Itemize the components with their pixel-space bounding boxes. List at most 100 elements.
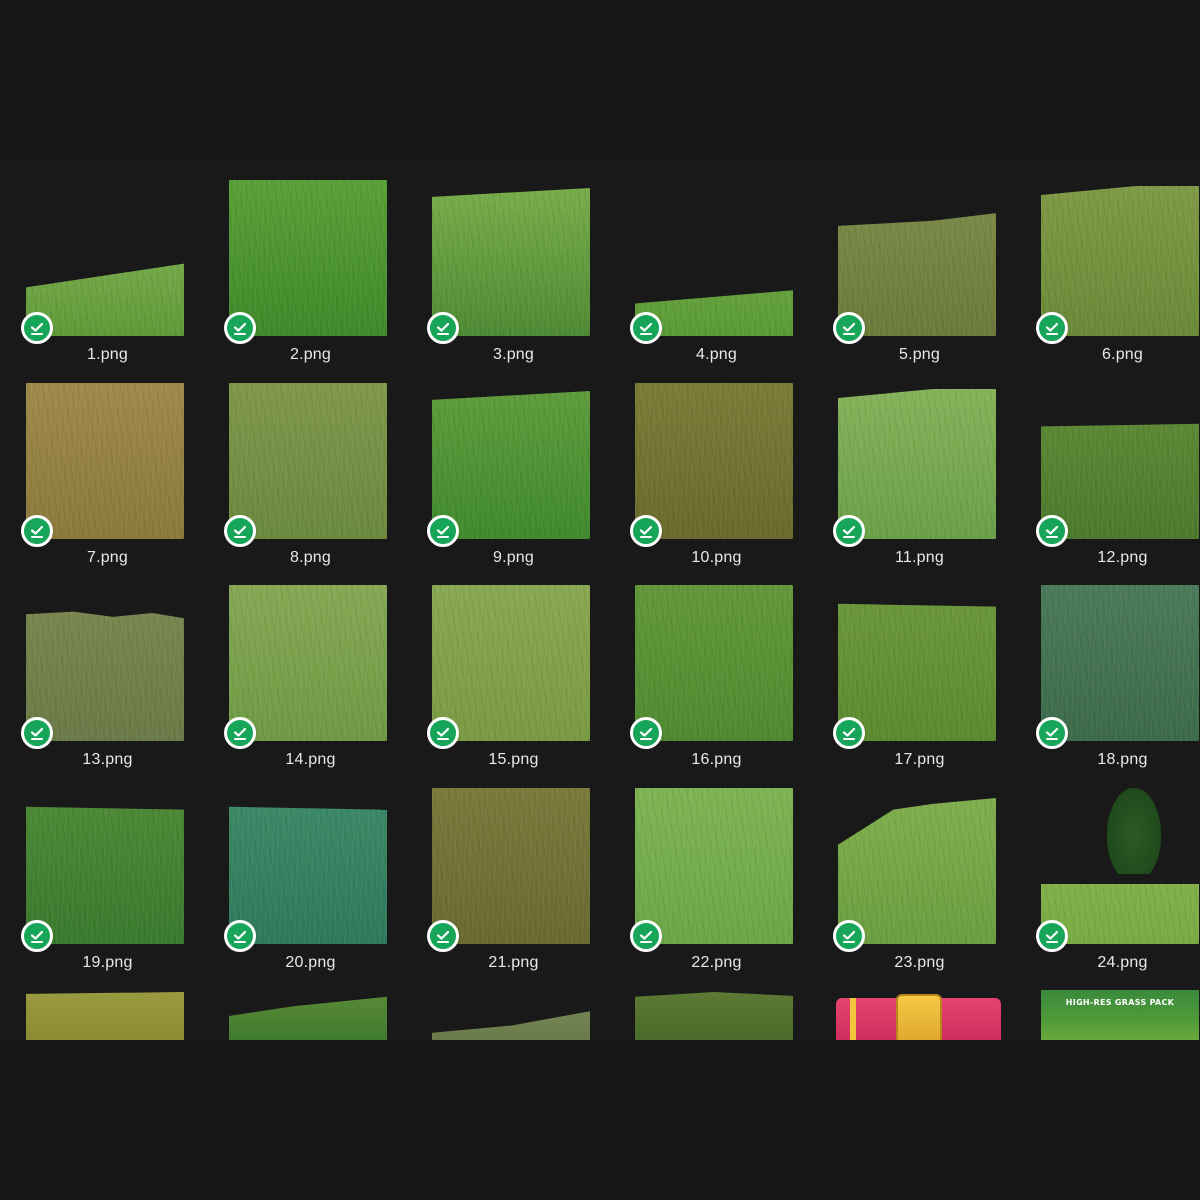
check-circle-icon xyxy=(427,920,459,952)
file-tile[interactable]: 2.png xyxy=(203,160,403,363)
thumbnail-frame xyxy=(635,373,793,539)
file-thumbnail xyxy=(432,391,590,539)
archive-icon[interactable] xyxy=(836,994,1001,1040)
file-name-label: 5.png xyxy=(898,346,941,363)
check-circle-icon xyxy=(224,312,256,344)
file-thumbnail xyxy=(26,806,184,944)
file-tile[interactable]: 3.png xyxy=(406,160,606,363)
file-tile[interactable]: 20.png xyxy=(203,768,403,971)
file-name-label: 21.png xyxy=(488,954,539,971)
file-name-label: 24.png xyxy=(1097,954,1148,971)
file-thumbnail[interactable] xyxy=(26,992,184,1040)
file-tile[interactable]: 1.png xyxy=(0,160,200,363)
check-circle-icon xyxy=(21,920,53,952)
thumbnail-frame xyxy=(432,170,590,336)
check-circle-icon xyxy=(1036,515,1068,547)
file-name-label: 14.png xyxy=(285,751,336,768)
check-circle-icon xyxy=(833,717,865,749)
file-name-label: 18.png xyxy=(1097,751,1148,768)
thumbnail-grid: 1.png 2.png 3.png 4.png 5.png 6.png 7.png 8.png… xyxy=(0,160,1200,1040)
file-tile[interactable]: 9.png xyxy=(406,363,606,566)
file-name-label: 6.png xyxy=(1101,346,1144,363)
thumbnail-frame xyxy=(838,373,996,539)
file-tile[interactable]: 23.png xyxy=(812,768,1012,971)
check-circle-icon xyxy=(427,312,459,344)
file-thumbnail xyxy=(26,383,184,539)
file-name-label: 13.png xyxy=(82,751,133,768)
thumbnail-frame xyxy=(838,575,996,741)
file-thumbnail xyxy=(229,806,387,944)
check-circle-icon xyxy=(427,515,459,547)
file-tile[interactable]: 4.png xyxy=(609,160,809,363)
file-thumbnail xyxy=(1041,585,1199,741)
check-circle-icon xyxy=(630,717,662,749)
file-explorer-view: 1.png 2.png 3.png 4.png 5.png 6.png 7.png 8.png… xyxy=(0,0,1200,1200)
file-tile[interactable]: 18.png xyxy=(1015,565,1200,768)
file-name-label: 22.png xyxy=(691,954,742,971)
file-tile[interactable]: 21.png xyxy=(406,768,606,971)
file-thumbnail xyxy=(432,188,590,336)
file-thumbnail[interactable] xyxy=(432,1011,590,1040)
check-circle-icon xyxy=(21,515,53,547)
thumbnail-frame xyxy=(26,778,184,944)
file-name-label: 4.png xyxy=(695,346,738,363)
file-tile[interactable]: 12.png xyxy=(1015,363,1200,566)
thumbnail-frame xyxy=(26,373,184,539)
file-thumbnail[interactable] xyxy=(635,992,793,1040)
file-name-label: 1.png xyxy=(86,346,129,363)
check-circle-icon xyxy=(1036,717,1068,749)
file-tile[interactable]: 24.png xyxy=(1015,768,1200,971)
file-tile[interactable]: 17.png xyxy=(812,565,1012,768)
thumbnail-frame xyxy=(26,575,184,741)
thumbnail-frame xyxy=(26,170,184,336)
check-circle-icon xyxy=(224,920,256,952)
file-name-label: 3.png xyxy=(492,346,535,363)
check-circle-icon xyxy=(630,515,662,547)
thumbnail-frame xyxy=(1041,170,1199,336)
file-tile[interactable]: 19.png xyxy=(0,768,200,971)
file-tile[interactable]: 8.png xyxy=(203,363,403,566)
cover-thumbnail[interactable]: HIGH-RES GRASS PACK xyxy=(1041,990,1199,1040)
file-tile[interactable]: 15.png xyxy=(406,565,606,768)
file-thumbnail[interactable] xyxy=(229,996,387,1040)
check-circle-icon xyxy=(224,515,256,547)
file-thumbnail xyxy=(229,180,387,336)
file-tile[interactable]: 7.png xyxy=(0,363,200,566)
file-tile[interactable]: 5.png xyxy=(812,160,1012,363)
thumbnail-frame xyxy=(838,778,996,944)
file-tile[interactable]: 22.png xyxy=(609,768,809,971)
status-area xyxy=(0,1040,1200,1200)
thumbnail-frame xyxy=(229,575,387,741)
file-thumbnail xyxy=(635,585,793,741)
file-thumbnail xyxy=(26,611,184,741)
thumbnail-frame xyxy=(432,575,590,741)
file-thumbnail xyxy=(432,788,590,944)
file-thumbnail xyxy=(838,603,996,741)
file-tile[interactable]: 13.png xyxy=(0,565,200,768)
check-circle-icon xyxy=(630,312,662,344)
file-name-label: 19.png xyxy=(82,954,133,971)
file-tile[interactable]: 14.png xyxy=(203,565,403,768)
file-thumbnail xyxy=(635,383,793,539)
thumbnail-frame xyxy=(229,778,387,944)
file-tile[interactable]: 16.png xyxy=(609,565,809,768)
thumbnail-frame xyxy=(635,778,793,944)
thumbnail-frame xyxy=(432,778,590,944)
file-tile[interactable]: 6.png xyxy=(1015,160,1200,363)
file-thumbnail xyxy=(635,788,793,944)
toolbar-area xyxy=(0,0,1200,160)
thumbnail-frame xyxy=(1041,373,1199,539)
file-thumbnail xyxy=(229,383,387,539)
thumbnail-frame xyxy=(635,170,793,336)
thumbnail-frame xyxy=(1041,575,1199,741)
check-circle-icon xyxy=(224,717,256,749)
file-name-label: 15.png xyxy=(488,751,539,768)
file-tile[interactable]: 10.png xyxy=(609,363,809,566)
thumbnail-frame xyxy=(838,170,996,336)
thumbnail-frame xyxy=(229,373,387,539)
thumbnail-frame xyxy=(635,575,793,741)
file-name-label: 2.png xyxy=(289,346,332,363)
file-thumbnail xyxy=(229,585,387,741)
file-tile[interactable]: 11.png xyxy=(812,363,1012,566)
file-thumbnail xyxy=(1041,423,1199,539)
